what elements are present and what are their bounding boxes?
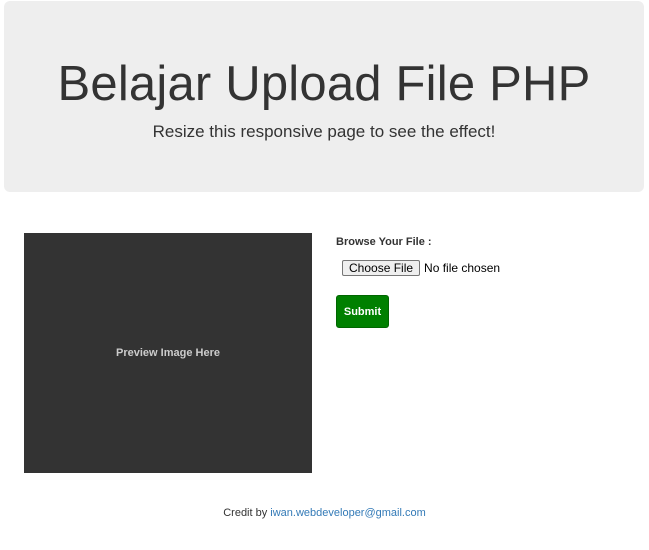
page-title: Belajar Upload File PHP: [57, 57, 591, 111]
credit-email-link[interactable]: iwan.webdeveloper@gmail.com: [270, 507, 425, 519]
credit-prefix: Credit by: [223, 507, 271, 519]
choose-file-button[interactable]: Choose File: [342, 260, 421, 276]
file-input-label: Browse Your File :: [336, 236, 432, 248]
image-preview: Preview Image Here: [24, 233, 312, 473]
page: Belajar Upload File PHP Resize this resp…: [0, 0, 649, 550]
submit-button[interactable]: Submit: [336, 295, 389, 328]
file-input: Choose File No file chosen: [342, 260, 500, 276]
footer: Credit by iwan.webdeveloper@gmail.com: [0, 506, 649, 520]
upload-form: Browse Your File : Choose File No file c…: [336, 233, 626, 328]
preview-placeholder-text: Preview Image Here: [116, 347, 220, 359]
page-subtitle: Resize this responsive page to see the e…: [152, 122, 496, 141]
header-jumbotron: Belajar Upload File PHP Resize this resp…: [4, 1, 644, 192]
file-status-text: No file chosen: [424, 261, 501, 275]
